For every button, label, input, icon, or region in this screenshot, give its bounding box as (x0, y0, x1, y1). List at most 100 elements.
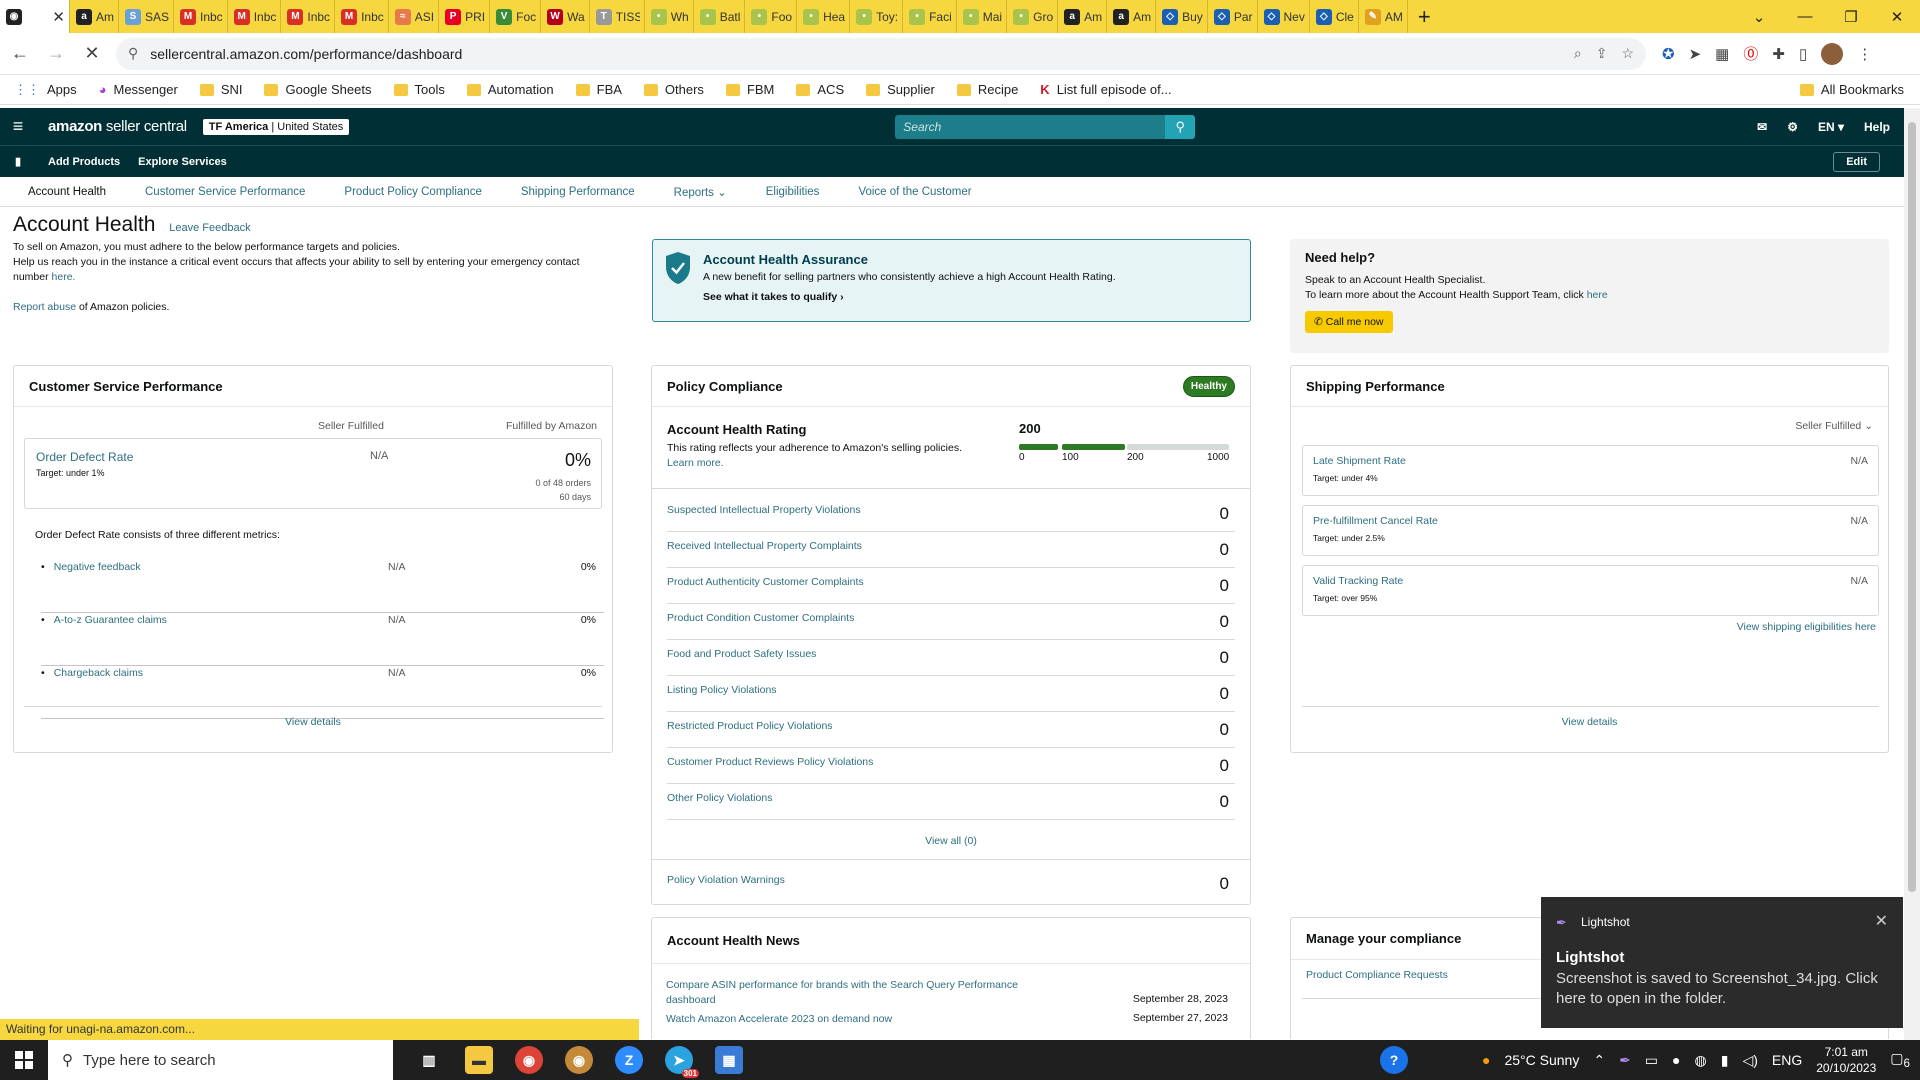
telegram-icon[interactable]: ➤ 301 (665, 1046, 699, 1078)
page-tab[interactable]: Voice of the Customer (858, 186, 971, 198)
windows-start-icon[interactable] (0, 1040, 48, 1080)
site-info-icon[interactable]: ⚲ (128, 45, 138, 62)
policy-violation-warnings-link[interactable]: Policy Violation Warnings (667, 874, 785, 886)
page-tab[interactable]: Reports ⌄ (674, 185, 727, 199)
all-bookmarks[interactable]: All Bookmarks (1799, 82, 1904, 97)
lightshot-notification[interactable]: ✒ Lightshot ✕ Lightshot Screenshot is sa… (1541, 897, 1903, 1028)
bookmark-icon[interactable]: ▮ (0, 155, 36, 168)
fulfillment-filter-dropdown[interactable]: Seller Fulfilled ⌄ (1795, 420, 1873, 432)
view-details-link[interactable]: View details (14, 716, 612, 728)
weather-text[interactable]: 25°C Sunny (1504, 1052, 1579, 1068)
extensions-puzzle-icon[interactable]: ✚ (1772, 45, 1785, 63)
calculator-icon[interactable]: ▦ (715, 1046, 743, 1074)
seller-central-logo[interactable]: amazon seller central (48, 118, 187, 135)
opera-icon[interactable]: ⓪ (1743, 43, 1758, 64)
bookmark-episode[interactable]: K List full episode of... (1040, 82, 1171, 97)
close-window-button[interactable]: ✕ (1874, 0, 1920, 33)
view-details-link[interactable]: View details (1291, 716, 1888, 728)
order-defect-rate-link[interactable]: Order Defect Rate (36, 450, 133, 464)
browser-tab[interactable]: P PRI (439, 0, 491, 33)
menu-kebab-icon[interactable]: ⋮ (1857, 45, 1872, 63)
browser-tab[interactable]: • Foo (745, 0, 798, 33)
policy-link[interactable]: Suspected Intellectual Property Violatio… (667, 504, 861, 516)
browser-tab[interactable]: a Am (70, 0, 119, 33)
help-here-link[interactable]: here (1587, 289, 1608, 301)
metric-link[interactable]: A-to-z Guarantee claims (41, 614, 167, 626)
bookmark-messenger[interactable]: ◕ Messenger (99, 82, 178, 97)
add-products-link[interactable]: Add Products (48, 156, 120, 168)
call-me-now-button[interactable]: ✆ Call me now (1305, 311, 1393, 333)
tab-search-icon[interactable]: ⌄ (1736, 0, 1782, 33)
browser-tab[interactable]: M Inbc (335, 0, 389, 33)
emergency-contact-link[interactable]: here. (52, 271, 76, 283)
browser-tab[interactable]: • Batl (694, 0, 746, 33)
mail-icon[interactable]: ✉ (1757, 120, 1767, 134)
bookmark-folder[interactable]: Supplier (866, 82, 935, 97)
extension-icon[interactable]: ➤ (1689, 45, 1702, 63)
browser-tab[interactable]: • Hea (797, 0, 851, 33)
search-input[interactable]: Search (895, 114, 1166, 139)
browser-tab[interactable]: a Am (1107, 0, 1157, 33)
hamburger-menu-icon[interactable]: ≡ (0, 116, 36, 137)
policy-link[interactable]: Food and Product Safety Issues (667, 648, 816, 660)
explore-services-link[interactable]: Explore Services (138, 156, 227, 168)
shipping-metric-link[interactable]: Pre-fulfillment Cancel Rate (1313, 515, 1438, 527)
learn-more-link[interactable]: Learn more. (667, 457, 724, 469)
shipping-eligibilities-link[interactable]: View shipping eligibilities here (1737, 621, 1876, 633)
news-link[interactable]: Compare ASIN performance for brands with… (666, 978, 1036, 1008)
tab-active[interactable]: ◉ ✕ (0, 0, 70, 33)
metric-link[interactable]: Chargeback claims (41, 667, 143, 679)
search-icon[interactable]: ⚲ (1165, 114, 1196, 139)
battery-icon[interactable]: ▮ (1721, 1052, 1729, 1069)
profile-avatar[interactable] (1821, 42, 1844, 65)
task-view-icon[interactable]: ▥ (415, 1046, 443, 1074)
bookmark-folder[interactable]: FBA (575, 82, 622, 97)
help-icon[interactable]: ? (1379, 1046, 1408, 1074)
browser-tab[interactable]: a Am (1058, 0, 1108, 33)
stop-loading-button[interactable]: ✕ (76, 38, 108, 70)
policy-link[interactable]: Customer Product Reviews Policy Violatio… (667, 756, 873, 768)
report-abuse-link[interactable]: Report abuse (13, 301, 76, 313)
bookmark-folder[interactable]: ACS (796, 82, 844, 97)
product-compliance-requests-link[interactable]: Product Compliance Requests (1306, 969, 1448, 981)
browser-tab[interactable]: • Toy: (850, 0, 904, 33)
browser-tab[interactable]: ≈ ASI (389, 0, 440, 33)
policy-link[interactable]: Received Intellectual Property Complaint… (667, 540, 862, 552)
policy-link[interactable]: Listing Policy Violations (667, 684, 777, 696)
bookmark-folder[interactable]: Tools (393, 82, 445, 97)
policy-link[interactable]: Other Policy Violations (667, 792, 772, 804)
shipping-metric-link[interactable]: Valid Tracking Rate (1313, 575, 1403, 587)
bookmark-folder[interactable]: Recipe (956, 82, 1018, 97)
browser-tab[interactable]: ◇ Buy (1156, 0, 1208, 33)
page-tab[interactable]: Account Health (28, 186, 106, 198)
gear-icon[interactable]: ⚙ (1787, 120, 1798, 134)
browser-tab[interactable]: M Inbc (281, 0, 336, 33)
bookmark-folder[interactable]: Automation (466, 82, 554, 97)
browser-tab[interactable]: • Gro (1007, 0, 1059, 33)
close-icon[interactable]: ✕ (1875, 911, 1888, 931)
marketplace-switcher[interactable]: TF America | United States (202, 118, 350, 135)
page-tab[interactable]: Customer Service Performance (145, 186, 305, 198)
policy-link[interactable]: Product Authenticity Customer Complaints (667, 576, 864, 588)
forward-button[interactable]: → (40, 38, 72, 70)
page-tab[interactable]: Shipping Performance (521, 186, 635, 198)
browser-tab[interactable]: • Faci (903, 0, 957, 33)
policy-link[interactable]: Product Condition Customer Complaints (667, 612, 854, 624)
metric-link[interactable]: Negative feedback (41, 561, 141, 573)
back-button[interactable]: ← (4, 38, 36, 70)
url-bar[interactable]: ⚲ sellercentral.amazon.com/performance/d… (116, 37, 1646, 70)
sidepanel-icon[interactable]: ▯ (1799, 45, 1807, 63)
browser-tab[interactable]: ✎ AM (1359, 0, 1408, 33)
leave-feedback-link[interactable]: Leave Feedback (169, 222, 250, 234)
shipping-metric-link[interactable]: Late Shipment Rate (1313, 455, 1406, 467)
new-tab-button[interactable]: + (1408, 4, 1441, 30)
input-language[interactable]: ENG (1772, 1052, 1802, 1068)
volume-icon[interactable]: ◁) (1742, 1052, 1757, 1069)
browser-tab[interactable]: M Inbc (228, 0, 282, 33)
view-all-link[interactable]: View all (0) (652, 835, 1250, 847)
browser-tab[interactable]: ◇ Par (1208, 0, 1258, 33)
browser-tab[interactable]: ◇ Cle (1310, 0, 1359, 33)
clock[interactable]: 7:01 am 20/10/2023 (1816, 1044, 1876, 1076)
bookmark-folder[interactable]: SNI (199, 82, 242, 97)
help-link[interactable]: Help (1864, 120, 1890, 134)
